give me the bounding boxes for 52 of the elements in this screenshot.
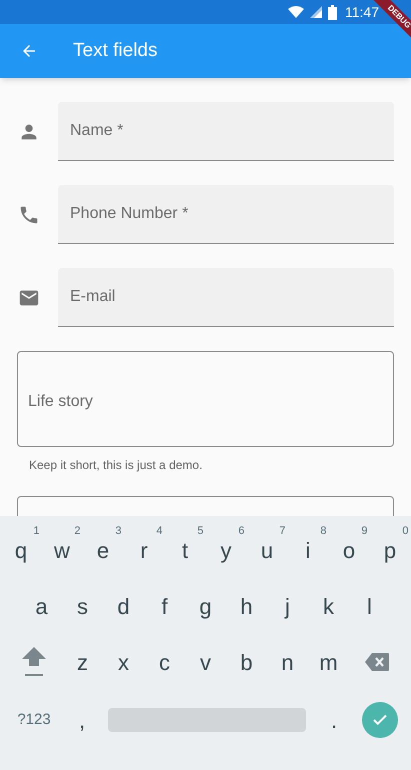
keyboard-key[interactable]: j <box>267 578 308 634</box>
key-hint: 8 <box>320 524 326 539</box>
keyboard-key[interactable]: k <box>308 578 349 634</box>
keyboard-key[interactable]: n <box>267 637 308 687</box>
keyboard-key[interactable]: y 6 <box>206 522 246 578</box>
key-hint: 6 <box>238 524 244 539</box>
keyboard-key[interactable]: e 3 <box>82 522 124 578</box>
keyboard-key[interactable]: t 5 <box>164 522 206 578</box>
key-hint: 5 <box>197 524 204 539</box>
key-hint: 7 <box>279 524 286 539</box>
keyboard-key[interactable]: a <box>21 578 62 634</box>
keyboard-key[interactable]: x <box>103 637 144 687</box>
shift-icon <box>21 646 47 678</box>
battery-icon <box>328 4 337 20</box>
signal-icon <box>310 6 322 18</box>
helper-text: Keep it short, this is just a demo. <box>29 457 202 474</box>
keyboard-key[interactable]: v <box>185 637 226 687</box>
keyboard-key[interactable]: m <box>308 637 349 687</box>
key-hint: 2 <box>74 524 80 539</box>
key-hint: 9 <box>361 524 368 539</box>
period-key[interactable]: . <box>314 704 354 736</box>
keyboard-key[interactable]: f <box>144 578 185 634</box>
key-hint: 4 <box>156 524 162 539</box>
symbols-key[interactable]: ?123 <box>12 708 56 732</box>
done-button[interactable] <box>362 702 398 738</box>
keyboard-key[interactable]: c <box>144 637 185 687</box>
keyboard-key[interactable]: g <box>185 578 226 634</box>
text-input-field[interactable]: Phone Number * <box>58 185 394 244</box>
backspace-icon <box>365 653 389 671</box>
key-hint: 1 <box>33 524 40 539</box>
status-time: 11:47 <box>345 2 379 22</box>
keyboard-key[interactable]: l <box>349 578 390 634</box>
key-hint: 0 <box>402 524 408 539</box>
text-input-field[interactable]: E-mail <box>58 268 394 327</box>
keyboard-key[interactable]: r 4 <box>124 522 164 578</box>
text-input-field[interactable]: Name * <box>58 102 394 161</box>
keyboard-key[interactable]: w 2 <box>42 522 82 578</box>
keyboard-key[interactable]: i 8 <box>288 522 328 578</box>
keyboard-key[interactable]: d <box>103 578 144 634</box>
comma-key[interactable]: , <box>64 704 100 736</box>
keyboard-key[interactable]: o 9 <box>328 522 370 578</box>
wifi-icon <box>288 6 304 18</box>
keyboard-key[interactable]: h <box>226 578 267 634</box>
keyboard-key[interactable]: z <box>62 637 103 687</box>
key-hint: 3 <box>115 524 122 539</box>
keyboard-key[interactable]: p 0 <box>370 522 410 578</box>
keyboard-key[interactable]: q 1 <box>0 522 42 578</box>
keyboard-key[interactable]: s <box>62 578 103 634</box>
app-bar-title: Text fields <box>73 38 158 63</box>
keyboard-key[interactable]: u 7 <box>246 522 288 578</box>
keyboard-key[interactable]: b <box>226 637 267 687</box>
multiline-input-field[interactable]: Life story <box>17 351 394 447</box>
